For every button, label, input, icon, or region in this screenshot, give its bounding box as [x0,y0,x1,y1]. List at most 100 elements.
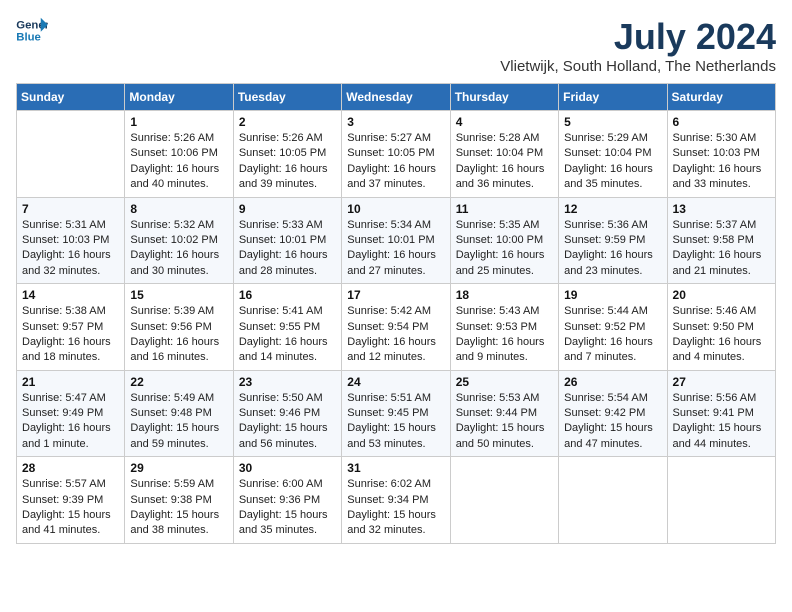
calendar-cell [667,457,775,544]
calendar-cell: 7 Sunrise: 5:31 AM Sunset: 10:03 PM Dayli… [17,197,125,284]
calendar-cell: 9 Sunrise: 5:33 AM Sunset: 10:01 PM Dayli… [233,197,341,284]
day-number: 25 [456,375,554,389]
calendar-cell [17,111,125,198]
calendar-cell: 16 Sunrise: 5:41 AM Sunset: 9:55 PM Dayli… [233,284,341,371]
calendar-cell [450,457,558,544]
day-number: 23 [239,375,337,389]
day-info: Sunrise: 5:32 AM Sunset: 10:02 PM Daylig… [130,218,228,280]
day-info: Sunrise: 5:57 AM Sunset: 9:39 PM Dayligh… [22,477,120,539]
location: Vlietwijk, South Holland, The Netherland… [500,58,776,75]
day-number: 13 [673,202,771,216]
day-info: Sunrise: 5:53 AM Sunset: 9:44 PM Dayligh… [456,391,554,453]
day-number: 27 [673,375,771,389]
calendar-cell: 2 Sunrise: 5:26 AM Sunset: 10:05 PM Dayli… [233,111,341,198]
day-number: 9 [239,202,337,216]
day-info: Sunrise: 5:29 AM Sunset: 10:04 PM Daylig… [564,131,662,193]
logo-icon: General Blue [16,16,48,44]
calendar-cell: 23 Sunrise: 5:50 AM Sunset: 9:46 PM Dayli… [233,370,341,457]
calendar-cell: 22 Sunrise: 5:49 AM Sunset: 9:48 PM Dayli… [125,370,233,457]
calendar-cell: 25 Sunrise: 5:53 AM Sunset: 9:44 PM Dayli… [450,370,558,457]
day-number: 5 [564,115,662,129]
day-number: 15 [130,288,228,302]
day-info: Sunrise: 5:46 AM Sunset: 9:50 PM Dayligh… [673,304,771,366]
calendar-cell: 24Sunrise: 5:51 AM Sunset: 9:45 PM Dayli… [342,370,450,457]
day-number: 24 [347,375,445,389]
calendar-cell: 21 Sunrise: 5:47 AM Sunset: 9:49 PM Dayli… [17,370,125,457]
calendar-cell: 3 Sunrise: 5:27 AM Sunset: 10:05 PM Dayli… [342,111,450,198]
day-number: 19 [564,288,662,302]
day-number: 28 [22,461,120,475]
day-info: Sunrise: 5:41 AM Sunset: 9:55 PM Dayligh… [239,304,337,366]
calendar-cell: 30Sunrise: 6:00 AM Sunset: 9:36 PM Dayli… [233,457,341,544]
day-info: Sunrise: 5:50 AM Sunset: 9:46 PM Dayligh… [239,391,337,453]
day-info: Sunrise: 5:59 AM Sunset: 9:38 PM Dayligh… [130,477,228,539]
day-number: 7 [22,202,120,216]
day-info: Sunrise: 5:26 AM Sunset: 10:06 PM Daylig… [130,131,228,193]
calendar-cell: 28 Sunrise: 5:57 AM Sunset: 9:39 PM Dayli… [17,457,125,544]
day-info: Sunrise: 5:33 AM Sunset: 10:01 PM Daylig… [239,218,337,280]
day-number: 16 [239,288,337,302]
day-info: Sunrise: 5:35 AM Sunset: 10:00 PM Daylig… [456,218,554,280]
day-info: Sunrise: 5:44 AM Sunset: 9:52 PM Dayligh… [564,304,662,366]
calendar-cell: 4 Sunrise: 5:28 AM Sunset: 10:04 PM Dayli… [450,111,558,198]
day-number: 11 [456,202,554,216]
day-number: 12 [564,202,662,216]
calendar-cell: 19 Sunrise: 5:44 AM Sunset: 9:52 PM Dayli… [559,284,667,371]
weekday-header-sunday: Sunday [17,84,125,111]
calendar-cell: 10 Sunrise: 5:34 AM Sunset: 10:01 PM Dayl… [342,197,450,284]
day-number: 4 [456,115,554,129]
day-info: Sunrise: 5:36 AM Sunset: 9:59 PM Dayligh… [564,218,662,280]
day-number: 1 [130,115,228,129]
calendar-table: SundayMondayTuesdayWednesdayThursdayFrid… [16,83,776,544]
day-number: 22 [130,375,228,389]
day-info: Sunrise: 5:54 AM Sunset: 9:42 PM Dayligh… [564,391,662,453]
day-number: 17 [347,288,445,302]
day-info: Sunrise: 5:49 AM Sunset: 9:48 PM Dayligh… [130,391,228,453]
day-info: Sunrise: 5:38 AM Sunset: 9:57 PM Dayligh… [22,304,120,366]
calendar-cell [559,457,667,544]
day-info: Sunrise: 5:30 AM Sunset: 10:03 PM Daylig… [673,131,771,193]
day-info: Sunrise: 5:28 AM Sunset: 10:04 PM Daylig… [456,131,554,193]
day-info: Sunrise: 6:00 AM Sunset: 9:36 PM Dayligh… [239,477,337,539]
calendar-cell: 13 Sunrise: 5:37 AM Sunset: 9:58 PM Dayli… [667,197,775,284]
day-info: Sunrise: 5:31 AM Sunset: 10:03 PM Daylig… [22,218,120,280]
day-number: 29 [130,461,228,475]
calendar-cell: 8 Sunrise: 5:32 AM Sunset: 10:02 PM Dayli… [125,197,233,284]
svg-text:Blue: Blue [16,32,41,44]
day-info: Sunrise: 5:34 AM Sunset: 10:01 PM Daylig… [347,218,445,280]
day-number: 10 [347,202,445,216]
weekday-header-friday: Friday [559,84,667,111]
day-number: 3 [347,115,445,129]
day-info: Sunrise: 6:02 AM Sunset: 9:34 PM Dayligh… [347,477,445,539]
day-info: Sunrise: 5:27 AM Sunset: 10:05 PM Daylig… [347,131,445,193]
calendar-cell: 26Sunrise: 5:54 AM Sunset: 9:42 PM Dayli… [559,370,667,457]
weekday-header-monday: Monday [125,84,233,111]
month-title: July 2024 [500,16,776,58]
day-number: 2 [239,115,337,129]
day-info: Sunrise: 5:42 AM Sunset: 9:54 PM Dayligh… [347,304,445,366]
weekday-header-saturday: Saturday [667,84,775,111]
calendar-cell: 11 Sunrise: 5:35 AM Sunset: 10:00 PM Dayl… [450,197,558,284]
weekday-header-tuesday: Tuesday [233,84,341,111]
weekday-header-wednesday: Wednesday [342,84,450,111]
calendar-cell: 18 Sunrise: 5:43 AM Sunset: 9:53 PM Dayli… [450,284,558,371]
calendar-cell: 31 Sunrise: 6:02 AM Sunset: 9:34 PM Dayli… [342,457,450,544]
day-info: Sunrise: 5:37 AM Sunset: 9:58 PM Dayligh… [673,218,771,280]
day-number: 31 [347,461,445,475]
calendar-cell: 17 Sunrise: 5:42 AM Sunset: 9:54 PM Dayli… [342,284,450,371]
day-number: 21 [22,375,120,389]
calendar-cell: 6Sunrise: 5:30 AM Sunset: 10:03 PM Dayli… [667,111,775,198]
day-info: Sunrise: 5:43 AM Sunset: 9:53 PM Dayligh… [456,304,554,366]
calendar-cell: 14Sunrise: 5:38 AM Sunset: 9:57 PM Dayli… [17,284,125,371]
day-number: 18 [456,288,554,302]
day-number: 8 [130,202,228,216]
page-header: General Blue July 2024 Vlietwijk, South … [16,16,776,75]
calendar-cell: 5 Sunrise: 5:29 AM Sunset: 10:04 PM Dayli… [559,111,667,198]
calendar-cell: 27Sunrise: 5:56 AM Sunset: 9:41 PM Dayli… [667,370,775,457]
day-number: 20 [673,288,771,302]
logo: General Blue [16,16,48,44]
day-info: Sunrise: 5:26 AM Sunset: 10:05 PM Daylig… [239,131,337,193]
day-info: Sunrise: 5:47 AM Sunset: 9:49 PM Dayligh… [22,391,120,453]
calendar-cell: 20 Sunrise: 5:46 AM Sunset: 9:50 PM Dayli… [667,284,775,371]
title-block: July 2024 Vlietwijk, South Holland, The … [500,16,776,75]
